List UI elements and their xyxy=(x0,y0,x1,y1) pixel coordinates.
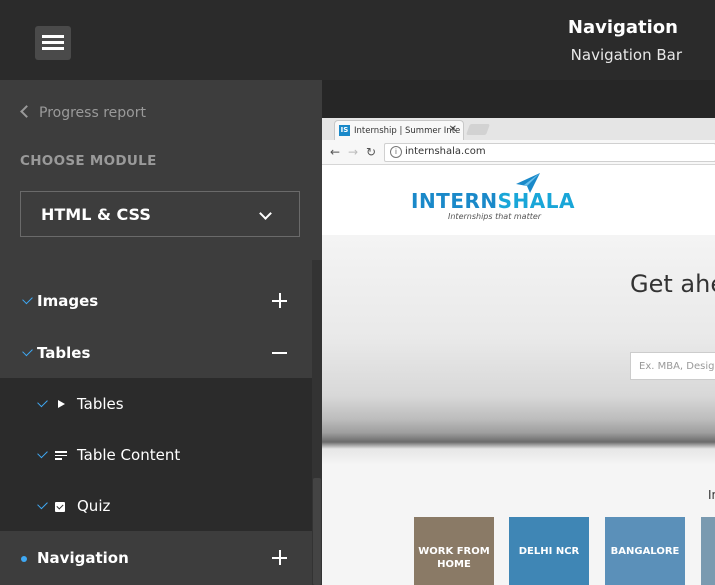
forward-arrow-icon: → xyxy=(348,145,359,159)
choose-module-label: CHOOSE MODULE xyxy=(20,153,157,169)
play-icon xyxy=(58,400,65,408)
check-icon xyxy=(37,498,48,510)
check-icon xyxy=(37,396,48,408)
sublesson-label: Table Content xyxy=(77,446,181,464)
browser-tabbar: IS Internship | Summer Inte ✕ xyxy=(322,118,715,141)
site-logo: INTERNSHALA xyxy=(411,189,575,213)
lesson-item-navigation[interactable]: Navigation xyxy=(0,533,312,584)
menu-icon[interactable] xyxy=(35,26,71,60)
sublesson-item-tables[interactable]: Tables xyxy=(0,379,312,430)
current-dot-icon xyxy=(21,556,27,562)
location-card: DELHI NCR xyxy=(509,517,589,585)
hero-search-input: Ex. MBA, Design, xyxy=(630,352,715,380)
lesson-item-label: Navigation xyxy=(37,549,129,567)
check-icon xyxy=(22,293,33,305)
lesson-item-tables[interactable]: Tables xyxy=(0,328,312,379)
address-field: i internshala.com xyxy=(384,143,715,162)
sidebar-header: Progress report CHOOSE MODULE HTML & CSS xyxy=(0,80,322,260)
text-icon xyxy=(55,451,67,462)
video-content[interactable]: IS Internship | Summer Inte ✕ ← → ↻ i in… xyxy=(322,80,715,585)
sublesson-item-quiz[interactable]: Quiz xyxy=(0,481,312,532)
module-dropdown[interactable]: HTML & CSS xyxy=(20,191,300,237)
collapse-minus-icon[interactable] xyxy=(272,345,287,360)
browser-tab: IS Internship | Summer Inte ✕ xyxy=(334,120,464,141)
quiz-icon xyxy=(55,502,65,512)
site-tagline: Internships that matter xyxy=(448,212,542,221)
location-card: BANGALORE xyxy=(605,517,685,585)
reload-icon: ↻ xyxy=(366,145,377,159)
sublesson-label: Tables xyxy=(77,395,124,413)
chevron-left-icon xyxy=(20,105,33,118)
page-subtitle: Navigation Bar xyxy=(570,46,682,64)
chevron-down-icon xyxy=(259,207,272,220)
top-bar: Navigation Navigation Bar xyxy=(0,0,715,80)
back-arrow-icon: ← xyxy=(330,145,341,159)
expand-plus-icon[interactable] xyxy=(272,550,287,565)
progress-report-label: Progress report xyxy=(39,105,146,121)
lesson-item-images[interactable]: Images xyxy=(0,276,312,327)
lesson-item-label: Tables xyxy=(37,344,91,362)
hero-headline: Get ahead xyxy=(630,270,715,298)
section-heading: In xyxy=(708,488,715,502)
check-icon xyxy=(37,447,48,459)
check-icon xyxy=(22,345,33,357)
tab-title: Internship | Summer Inte xyxy=(354,126,461,136)
location-card: WORK FROM HOME xyxy=(414,517,494,585)
sublesson-label: Quiz xyxy=(77,497,111,515)
lesson-item-label: Images xyxy=(37,292,99,310)
expand-plus-icon[interactable] xyxy=(272,293,287,308)
progress-report-link[interactable]: Progress report xyxy=(20,105,146,121)
new-tab-icon xyxy=(465,124,491,135)
page-title: Navigation xyxy=(567,17,678,38)
location-card xyxy=(701,517,715,585)
address-url: internshala.com xyxy=(405,146,486,157)
sublesson-item-table-content[interactable]: Table Content xyxy=(0,430,312,481)
favicon: IS xyxy=(339,125,350,136)
close-icon: ✕ xyxy=(448,124,457,135)
info-icon: i xyxy=(390,146,402,158)
scrollbar-thumb[interactable] xyxy=(313,478,321,585)
site-header: INTERNSHALA Internships that matter xyxy=(322,165,715,236)
browser-urlbar: ← → ↻ i internshala.com xyxy=(322,140,715,165)
module-dropdown-value: HTML & CSS xyxy=(41,205,151,224)
